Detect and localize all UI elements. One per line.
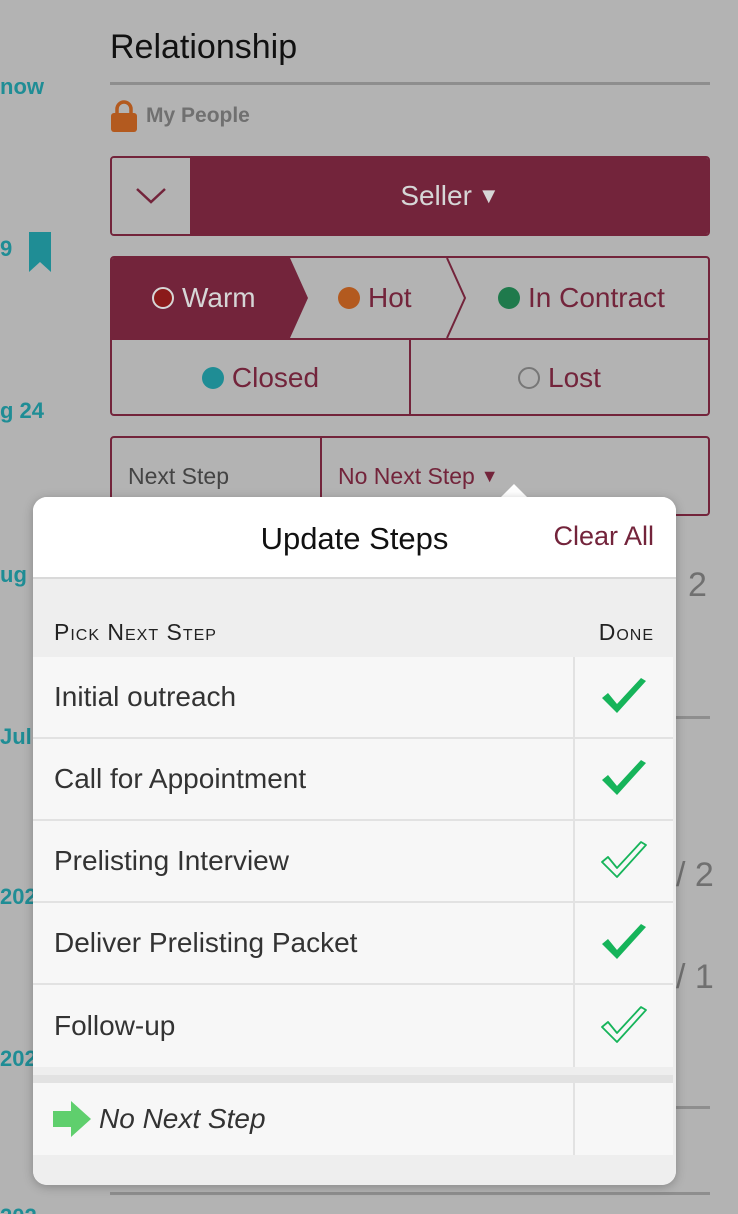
- relationship-type-selector: Seller ▼: [110, 156, 710, 236]
- background-count: / 2: [676, 856, 714, 894]
- no-next-step-label: No Next Step: [99, 1103, 266, 1134]
- popover-body: Pick Next Step Done Initial outreach Cal…: [33, 579, 676, 1185]
- stage-row: Warm Hot In Contract: [112, 258, 708, 338]
- stage-closed[interactable]: Closed: [112, 340, 409, 414]
- done-header: Done: [598, 619, 654, 645]
- pick-next-step-header: Pick Next Step: [54, 619, 217, 645]
- step-label[interactable]: Follow-up: [33, 985, 573, 1067]
- status-dot-icon: [498, 287, 520, 309]
- status-dot-icon: [201, 367, 224, 389]
- checkmark-outline-icon: [601, 1006, 647, 1043]
- stage-warm[interactable]: Warm: [152, 258, 256, 338]
- checkmark-outline-icon: [601, 841, 647, 878]
- timeline-date: 9: [0, 236, 13, 261]
- arrow-right-icon: [53, 1101, 91, 1137]
- my-people-indicator: My People: [110, 100, 250, 132]
- done-cell-empty: [573, 1083, 673, 1155]
- status-dot-icon: [518, 367, 541, 389]
- stage-label: Lost: [548, 362, 601, 393]
- timeline-date: now: [0, 74, 44, 99]
- done-toggle[interactable]: [573, 739, 673, 819]
- title-divider: [110, 82, 710, 85]
- background-divider: [110, 1192, 710, 1195]
- background-divider: [676, 716, 710, 719]
- background-count: 2: [688, 566, 707, 604]
- list-item: Call for Appointment: [33, 739, 673, 821]
- caret-down-icon: ▼: [477, 183, 500, 208]
- my-people-label: My People: [146, 104, 250, 127]
- stage-label: Warm: [182, 282, 256, 313]
- stage-hot[interactable]: Hot: [338, 258, 412, 338]
- timeline-date: 202: [0, 1046, 37, 1071]
- done-toggle[interactable]: [573, 821, 673, 901]
- timeline-date: Jul: [0, 724, 32, 749]
- popover-arrow: [500, 484, 528, 498]
- popover-header: Update Steps Clear All: [33, 497, 676, 579]
- bookmark-icon: [29, 232, 51, 272]
- stage-label: Hot: [368, 282, 412, 313]
- stage-selector: Warm Hot In Contract Closed Lost: [110, 256, 710, 416]
- expand-toggle-button[interactable]: [112, 158, 192, 234]
- no-next-step-row: No Next Step: [33, 1075, 673, 1155]
- list-item: Follow-up: [33, 985, 673, 1067]
- status-dot-icon: [152, 287, 174, 309]
- step-label[interactable]: Deliver Prelisting Packet: [33, 903, 573, 983]
- step-label[interactable]: Initial outreach: [33, 657, 573, 737]
- next-step-value: No Next Step: [338, 462, 475, 489]
- step-label[interactable]: Prelisting Interview: [33, 821, 573, 901]
- page-title: Relationship: [110, 28, 298, 66]
- type-dropdown[interactable]: Seller ▼: [192, 158, 708, 234]
- stage-label: In Contract: [528, 282, 665, 313]
- caret-down-icon: ▼: [480, 465, 499, 486]
- chevron-down-icon: [136, 188, 166, 204]
- no-next-step-option[interactable]: No Next Step: [33, 1083, 573, 1155]
- checkmark-icon: [602, 924, 646, 959]
- stage-row: Closed Lost: [112, 338, 708, 414]
- checkmark-icon: [602, 760, 646, 795]
- timeline-date: 202: [0, 1204, 37, 1214]
- update-steps-popover: Update Steps Clear All Pick Next Step Do…: [33, 497, 676, 1185]
- done-toggle[interactable]: [573, 657, 673, 737]
- background-divider: [676, 1106, 710, 1109]
- list-item: Initial outreach: [33, 657, 673, 739]
- done-toggle[interactable]: [573, 985, 673, 1067]
- type-value: Seller: [400, 180, 472, 211]
- background-count: / 1: [676, 958, 714, 996]
- list-item: Prelisting Interview: [33, 821, 673, 903]
- stage-in-contract[interactable]: In Contract: [498, 258, 665, 338]
- stage-label: Closed: [231, 362, 320, 393]
- step-label[interactable]: Call for Appointment: [33, 739, 573, 819]
- status-dot-icon: [338, 287, 360, 309]
- checkmark-icon: [602, 678, 646, 713]
- lock-icon: [111, 100, 137, 132]
- timeline-date: 202: [0, 884, 37, 909]
- step-list: Initial outreach Call for Appointment Pr…: [33, 657, 673, 1067]
- clear-all-button[interactable]: Clear All: [553, 521, 654, 552]
- done-toggle[interactable]: [573, 903, 673, 983]
- list-item: Deliver Prelisting Packet: [33, 903, 673, 985]
- timeline-date: g 24: [0, 398, 45, 423]
- stage-lost[interactable]: Lost: [409, 340, 708, 414]
